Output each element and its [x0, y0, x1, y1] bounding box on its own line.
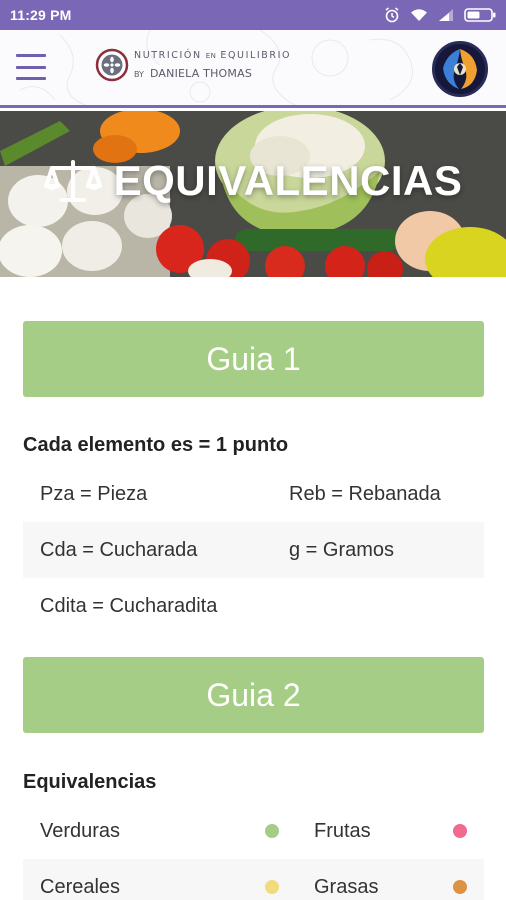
- scale-icon: [43, 160, 102, 202]
- abbr-reb: Reb = Rebanada: [289, 482, 441, 505]
- menu-button[interactable]: [16, 54, 46, 80]
- abbr-pza: Pza = Pieza: [40, 482, 148, 505]
- group-frutas-label: Frutas: [314, 819, 371, 842]
- table-row: Cdita = Cucharadita: [23, 578, 484, 634]
- brand-emblem-icon: [95, 48, 129, 82]
- battery-icon: [464, 8, 496, 22]
- app-bar: NUTRICIÓN EN EQUILIBRIO BY DANIELA THOMA…: [0, 30, 506, 108]
- brand-by: BY: [134, 69, 144, 79]
- guia-1-button[interactable]: Guia 1: [23, 321, 484, 397]
- group-cereales-label: Cereales: [40, 875, 121, 898]
- table-row: Verduras Frutas: [23, 803, 484, 859]
- signal-icon: [438, 8, 454, 22]
- guia-1-section-title: Cada elemento es = 1 punto: [23, 434, 289, 456]
- group-verduras-label: Verduras: [40, 819, 121, 842]
- brand-line1-small: EN: [205, 52, 217, 61]
- brand-line1-b: EQUILIBRIO: [220, 50, 292, 62]
- hero-title: EQUIVALENCIAS: [113, 157, 463, 204]
- abbr-cda: Cda = Cucharada: [40, 538, 198, 561]
- alarm-icon: [384, 7, 400, 23]
- status-icons: [384, 7, 496, 23]
- group-verduras-dot: [265, 824, 279, 838]
- group-grasas-dot: [453, 880, 467, 894]
- wifi-icon: [410, 8, 428, 22]
- group-cereales-dot: [265, 880, 279, 894]
- guia-2-section-title: Equivalencias: [23, 771, 157, 793]
- hero-banner: EQUIVALENCIAS: [0, 111, 506, 277]
- group-frutas-dot: [453, 824, 467, 838]
- profile-avatar[interactable]: [432, 41, 488, 97]
- group-grasas-label: Grasas: [314, 875, 379, 898]
- status-bar: 11:29 PM: [0, 0, 506, 30]
- table-row: Cereales Grasas: [23, 859, 484, 900]
- hero-heading: EQUIVALENCIAS: [0, 111, 506, 251]
- brand-name: DANIELA THOMAS: [149, 66, 253, 80]
- status-time: 11:29 PM: [10, 7, 72, 23]
- brand-logo: NUTRICIÓN EN EQUILIBRIO BY DANIELA THOMA…: [95, 48, 291, 82]
- avatar-image: [435, 44, 485, 94]
- brand-line1-a: NUTRICIÓN: [134, 50, 202, 62]
- abbr-g: g = Gramos: [289, 538, 395, 561]
- guia-2-button[interactable]: Guia 2: [23, 657, 484, 733]
- table-row: Pza = Pieza Reb = Rebanada: [23, 466, 484, 522]
- abbr-cdita: Cdita = Cucharadita: [40, 594, 218, 617]
- table-row: Cda = Cucharada g = Gramos: [23, 522, 484, 578]
